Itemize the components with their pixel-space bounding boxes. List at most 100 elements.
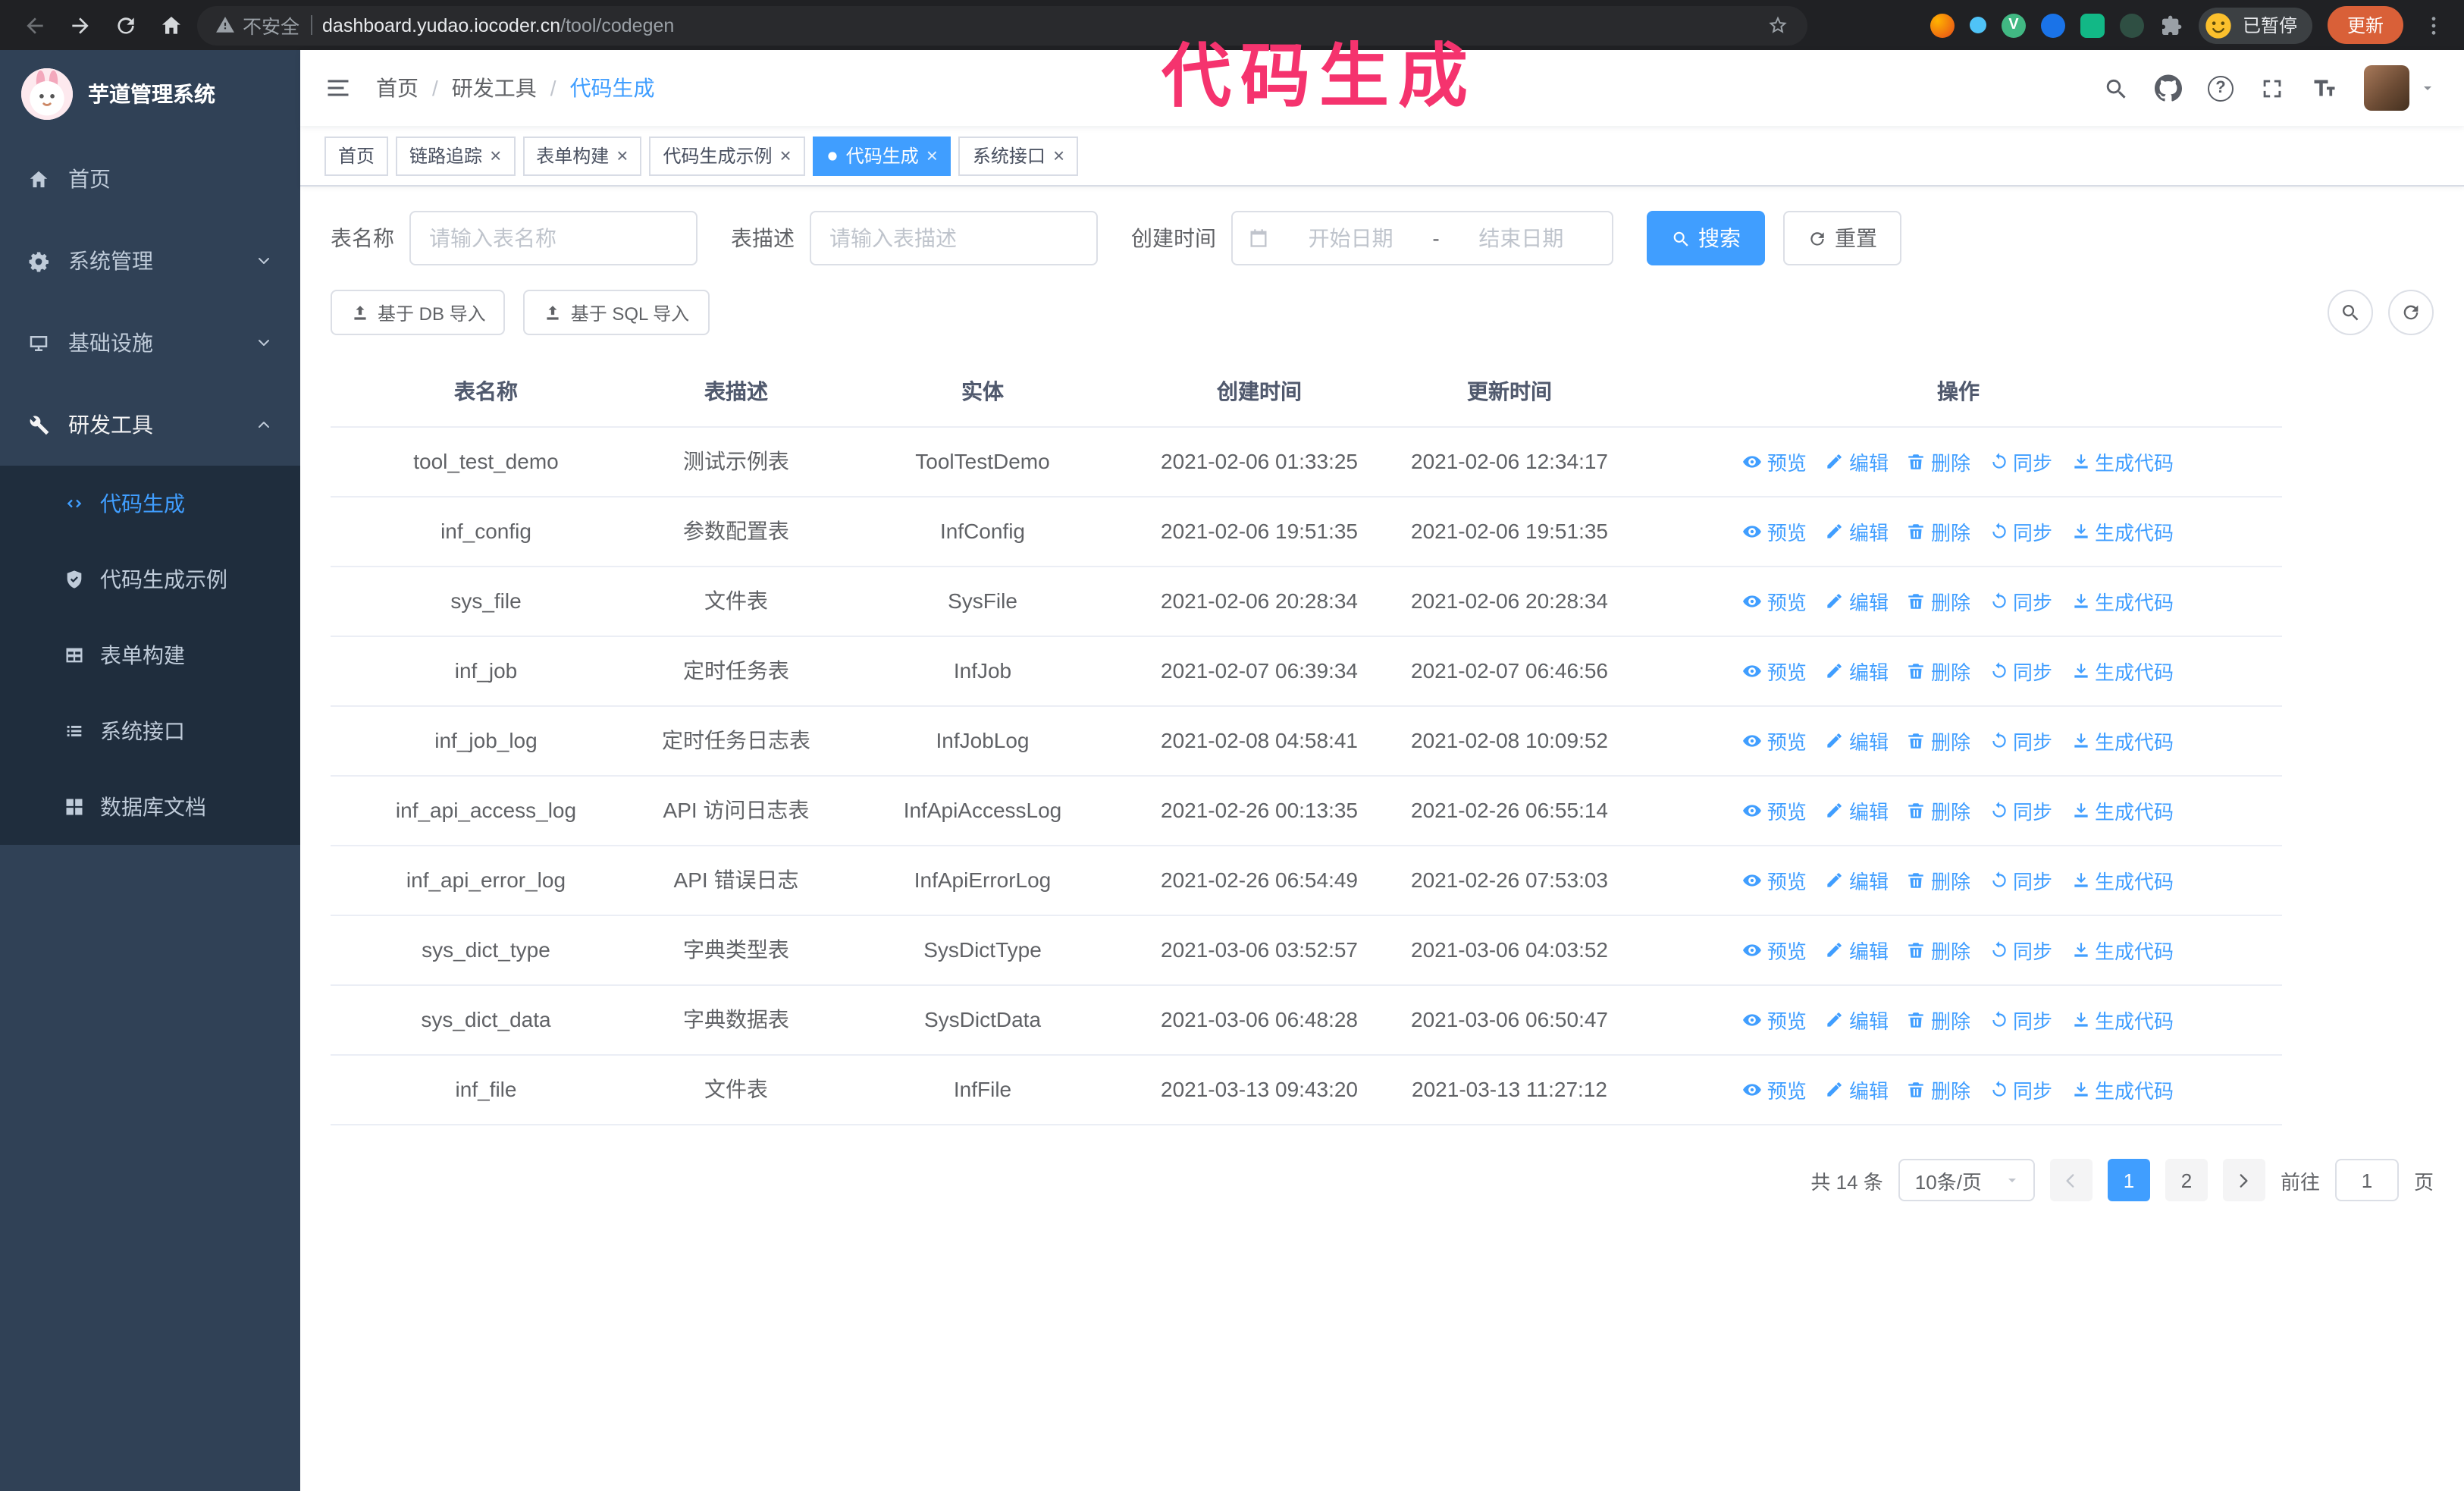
browser-menu-kebab-icon[interactable]	[2419, 13, 2449, 37]
sync-link[interactable]: 同步	[1989, 517, 2052, 546]
generate-code-link[interactable]: 生成代码	[2071, 936, 2174, 965]
preview-link[interactable]: 预览	[1743, 587, 1807, 616]
sidebar-item-infrastructure[interactable]: 基础设施	[0, 302, 300, 384]
edit-link[interactable]: 编辑	[1825, 1006, 1889, 1034]
tab-tracing[interactable]: 链路追踪	[396, 136, 516, 175]
sync-link[interactable]: 同步	[1989, 657, 2052, 686]
delete-link[interactable]: 删除	[1907, 1075, 1970, 1104]
breadcrumb-dev-tools[interactable]: 研发工具	[452, 73, 537, 103]
sync-link[interactable]: 同步	[1989, 1075, 2052, 1104]
github-icon[interactable]	[2155, 74, 2182, 102]
user-menu[interactable]	[2364, 65, 2437, 111]
goto-page-input[interactable]	[2334, 1159, 2399, 1201]
generate-code-link[interactable]: 生成代码	[2071, 727, 2174, 755]
extension-icon-4[interactable]	[2040, 13, 2065, 37]
delete-link[interactable]: 删除	[1907, 936, 1970, 965]
help-icon[interactable]	[2208, 75, 2234, 101]
close-icon[interactable]	[1053, 146, 1064, 165]
preview-link[interactable]: 预览	[1743, 866, 1807, 895]
sync-link[interactable]: 同步	[1989, 1006, 2052, 1034]
page-button-2[interactable]: 2	[2165, 1159, 2208, 1201]
font-size-icon[interactable]	[2311, 74, 2338, 102]
browser-reload-icon[interactable]	[106, 5, 146, 45]
table-name-input[interactable]	[409, 211, 698, 265]
search-icon[interactable]	[2103, 75, 2129, 101]
tab-codegen-example[interactable]: 代码生成示例	[649, 136, 805, 175]
edit-link[interactable]: 编辑	[1825, 657, 1889, 686]
preview-link[interactable]: 预览	[1743, 657, 1807, 686]
sidebar-item-dev-tools[interactable]: 研发工具	[0, 384, 300, 466]
generate-code-link[interactable]: 生成代码	[2071, 796, 2174, 825]
edit-link[interactable]: 编辑	[1825, 796, 1889, 825]
sidebar-item-codegen-example[interactable]: 代码生成示例	[0, 541, 300, 617]
tab-home[interactable]: 首页	[324, 136, 389, 175]
close-icon[interactable]	[780, 146, 792, 165]
page-size-select[interactable]: 10条/页	[1898, 1159, 2035, 1201]
preview-link[interactable]: 预览	[1743, 1075, 1807, 1104]
sidebar-item-system-api[interactable]: 系统接口	[0, 693, 300, 769]
profile-paused-chip[interactable]: 已暂停	[2198, 7, 2312, 43]
address-bar[interactable]: 不安全 dashboard.yudao.iocoder.cn/tool/code…	[197, 5, 1807, 45]
edit-link[interactable]: 编辑	[1825, 587, 1889, 616]
tab-system-api[interactable]: 系统接口	[958, 136, 1079, 175]
browser-home-icon[interactable]	[152, 5, 191, 45]
edit-link[interactable]: 编辑	[1825, 517, 1889, 546]
close-icon[interactable]	[926, 146, 938, 165]
close-icon[interactable]	[616, 146, 628, 165]
generate-code-link[interactable]: 生成代码	[2071, 517, 2174, 546]
sidebar-item-db-docs[interactable]: 数据库文档	[0, 769, 300, 845]
sidebar-item-system-management[interactable]: 系统管理	[0, 220, 300, 302]
prev-page-button[interactable]	[2049, 1159, 2093, 1201]
bookmark-star-icon[interactable]	[1766, 14, 1789, 36]
search-button[interactable]: 搜索	[1647, 211, 1765, 265]
generate-code-link[interactable]: 生成代码	[2071, 1006, 2174, 1034]
browser-back-icon[interactable]	[15, 5, 55, 45]
preview-link[interactable]: 预览	[1743, 1006, 1807, 1034]
sidebar-logo[interactable]: 芋道管理系统	[0, 50, 300, 138]
reset-button[interactable]: 重置	[1783, 211, 1901, 265]
tab-code-generation[interactable]: 代码生成	[812, 136, 951, 175]
extension-icon-6[interactable]	[2119, 13, 2144, 37]
edit-link[interactable]: 编辑	[1825, 1075, 1889, 1104]
edit-link[interactable]: 编辑	[1825, 866, 1889, 895]
tab-form-builder[interactable]: 表单构建	[522, 136, 642, 175]
preview-link[interactable]: 预览	[1743, 447, 1807, 476]
import-db-button[interactable]: 基于 DB 导入	[331, 290, 506, 335]
table-desc-input[interactable]	[810, 211, 1098, 265]
delete-link[interactable]: 删除	[1907, 587, 1970, 616]
date-range-picker[interactable]: 开始日期 - 结束日期	[1231, 211, 1613, 265]
preview-link[interactable]: 预览	[1743, 517, 1807, 546]
sync-link[interactable]: 同步	[1989, 936, 2052, 965]
sync-link[interactable]: 同步	[1989, 587, 2052, 616]
page-button-1[interactable]: 1	[2107, 1159, 2150, 1201]
fullscreen-icon[interactable]	[2259, 75, 2285, 101]
browser-update-button[interactable]: 更新	[2327, 6, 2403, 44]
extension-icon-1[interactable]	[1930, 13, 1955, 37]
sync-link[interactable]: 同步	[1989, 866, 2052, 895]
sidebar-item-form-builder[interactable]: 表单构建	[0, 617, 300, 693]
breadcrumb-home[interactable]: 首页	[376, 73, 419, 103]
sidebar-item-home[interactable]: 首页	[0, 138, 300, 220]
preview-link[interactable]: 预览	[1743, 936, 1807, 965]
delete-link[interactable]: 删除	[1907, 796, 1970, 825]
delete-link[interactable]: 删除	[1907, 657, 1970, 686]
security-indicator[interactable]: 不安全	[215, 11, 299, 39]
sync-link[interactable]: 同步	[1989, 727, 2052, 755]
refresh-table-button[interactable]	[2388, 290, 2434, 335]
edit-link[interactable]: 编辑	[1825, 447, 1889, 476]
sync-link[interactable]: 同步	[1989, 796, 2052, 825]
close-icon[interactable]	[490, 146, 501, 165]
browser-forward-icon[interactable]	[61, 5, 100, 45]
generate-code-link[interactable]: 生成代码	[2071, 866, 2174, 895]
preview-link[interactable]: 预览	[1743, 796, 1807, 825]
extension-icon-3[interactable]	[2001, 13, 2026, 37]
extensions-puzzle-icon[interactable]	[2159, 13, 2183, 37]
generate-code-link[interactable]: 生成代码	[2071, 657, 2174, 686]
generate-code-link[interactable]: 生成代码	[2071, 1075, 2174, 1104]
next-page-button[interactable]	[2222, 1159, 2265, 1201]
toggle-search-button[interactable]	[2328, 290, 2373, 335]
generate-code-link[interactable]: 生成代码	[2071, 587, 2174, 616]
delete-link[interactable]: 删除	[1907, 1006, 1970, 1034]
generate-code-link[interactable]: 生成代码	[2071, 447, 2174, 476]
extension-icon-2[interactable]	[1969, 17, 1986, 33]
